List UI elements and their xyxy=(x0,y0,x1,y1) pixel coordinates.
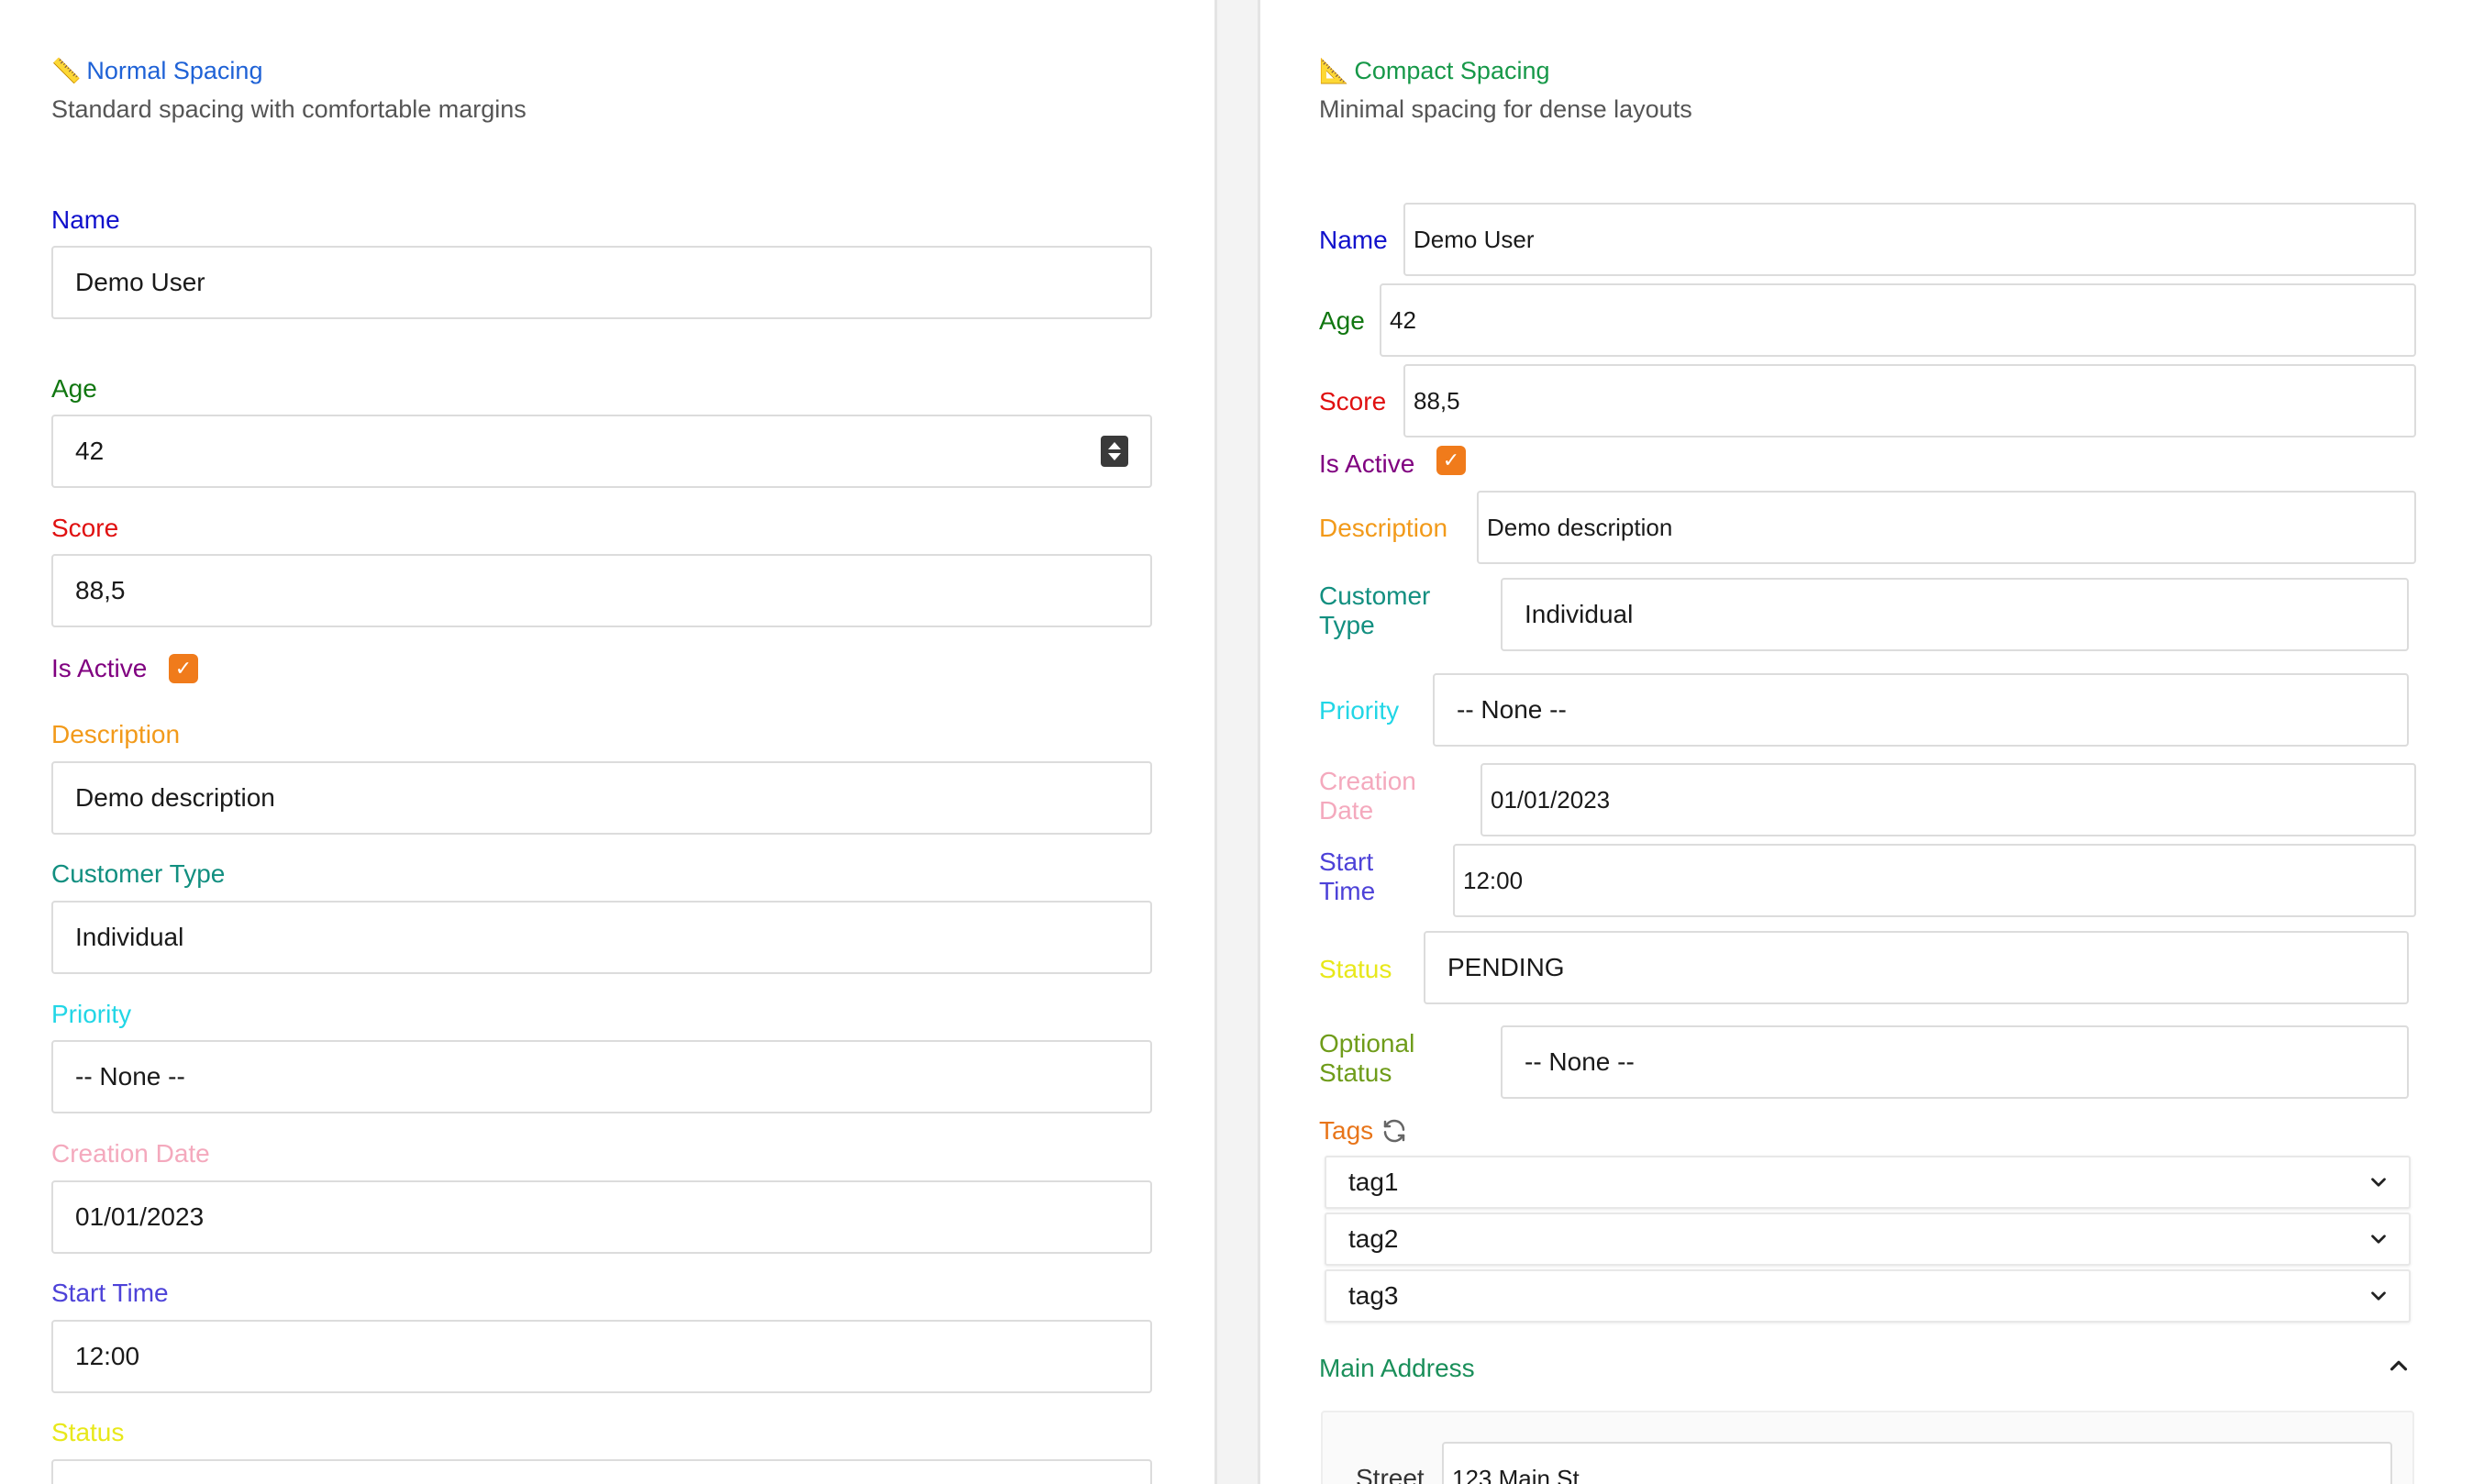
customer-type-select[interactable]: Individual xyxy=(51,901,1152,974)
is-active-label: Is Active xyxy=(51,654,148,682)
compact-description-input[interactable]: Demo description xyxy=(1477,491,2416,564)
compact-spacing-panel: 📐 Compact Spacing Minimal spacing for de… xyxy=(1260,0,2473,1484)
age-value: 42 xyxy=(75,437,105,465)
start-time-label-line1: Start xyxy=(1319,847,1374,876)
start-time-label-line2: Time xyxy=(1319,877,1376,905)
compact-spacing-subtitle: Minimal spacing for dense layouts xyxy=(1319,95,1692,123)
normal-spacing-panel: 📏 Normal Spacing Standard spacing with c… xyxy=(0,0,1218,1484)
start-time-input[interactable]: 12:00 xyxy=(51,1320,1152,1393)
creation-date-label: Creation Date xyxy=(51,1139,210,1168)
compact-spacing-title-text: Compact Spacing xyxy=(1354,57,1550,84)
score-label: Score xyxy=(51,514,119,542)
compact-customer-type-select[interactable]: Individual xyxy=(1501,578,2409,651)
tag-select-1[interactable]: tag1 xyxy=(1325,1156,2411,1209)
compact-status-select[interactable]: PENDING xyxy=(1424,931,2409,1004)
tag-select-2[interactable]: tag2 xyxy=(1325,1213,2411,1266)
normal-spacing-subtitle: Standard spacing with comfortable margin… xyxy=(51,95,527,123)
compact-name-label: Name xyxy=(1319,226,1388,254)
street-input[interactable]: 123 Main St xyxy=(1442,1442,2392,1484)
main-address-header[interactable]: Main Address xyxy=(1319,1354,1475,1383)
start-time-label: Start Time xyxy=(51,1279,169,1307)
check-icon: ✓ xyxy=(174,657,193,680)
ruler-icon: 📏 xyxy=(51,57,82,84)
status-label: Status xyxy=(51,1418,125,1446)
compact-priority-label: Priority xyxy=(1319,696,1400,725)
street-label: Street xyxy=(1356,1464,1425,1484)
is-active-checkbox[interactable]: ✓ xyxy=(169,654,198,683)
priority-label: Priority xyxy=(51,1000,132,1028)
compact-priority-select[interactable]: -- None -- xyxy=(1433,673,2409,747)
normal-spacing-title: 📏 Normal Spacing xyxy=(51,57,262,85)
tag-value: tag3 xyxy=(1348,1281,1399,1310)
main-address-panel: Street 123 Main St xyxy=(1321,1411,2414,1484)
compact-description-label: Description xyxy=(1319,514,1448,542)
compact-age-label: Age xyxy=(1319,306,1365,335)
compact-is-active-label: Is Active xyxy=(1319,449,1415,478)
compact-optional-status-label: Optional Status xyxy=(1319,1029,1414,1088)
optional-status-label-line2: Status xyxy=(1319,1058,1392,1087)
status-select[interactable] xyxy=(51,1459,1152,1484)
tags-label: Tags xyxy=(1319,1116,1374,1145)
column-divider[interactable] xyxy=(1214,0,1260,1484)
name-input[interactable]: Demo User xyxy=(51,246,1152,319)
chevron-down-icon xyxy=(2371,1235,2386,1244)
description-input[interactable]: Demo description xyxy=(51,761,1152,835)
score-input[interactable]: 88,5 xyxy=(51,554,1152,627)
chevron-up-icon[interactable] xyxy=(2385,1352,2412,1379)
chevron-down-icon xyxy=(2371,1178,2386,1187)
age-label: Age xyxy=(51,374,97,403)
normal-spacing-title-text: Normal Spacing xyxy=(86,57,263,84)
number-spinner-icon[interactable] xyxy=(1101,436,1128,467)
check-icon: ✓ xyxy=(1442,449,1460,471)
compact-name-input[interactable]: Demo User xyxy=(1403,203,2416,276)
creation-date-label-line1: Creation xyxy=(1319,767,1416,795)
compact-start-time-label: Start Time xyxy=(1319,847,1375,906)
compact-creation-date-input[interactable]: 01/01/2023 xyxy=(1480,763,2416,836)
tag-value: tag1 xyxy=(1348,1168,1399,1196)
compact-tags-header: Tags xyxy=(1319,1116,1408,1146)
compact-spacing-title: 📐 Compact Spacing xyxy=(1319,57,1550,85)
compact-creation-date-label: Creation Date xyxy=(1319,767,1416,825)
tag-value: tag2 xyxy=(1348,1224,1399,1253)
compact-score-label: Score xyxy=(1319,387,1387,415)
compact-optional-status-select[interactable]: -- None -- xyxy=(1501,1025,2409,1099)
compact-status-label: Status xyxy=(1319,955,1392,983)
customer-type-label-line1: Customer xyxy=(1319,581,1431,610)
customer-type-label-line2: Type xyxy=(1319,611,1375,639)
priority-select[interactable]: -- None -- xyxy=(51,1040,1152,1113)
triangle-ruler-icon: 📐 xyxy=(1319,57,1349,84)
name-label: Name xyxy=(51,205,120,234)
creation-date-input[interactable]: 01/01/2023 xyxy=(51,1180,1152,1254)
compact-score-input[interactable]: 88,5 xyxy=(1403,364,2416,437)
age-input[interactable]: 42 xyxy=(51,415,1152,488)
refresh-icon[interactable] xyxy=(1381,1117,1408,1145)
compact-customer-type-label: Customer Type xyxy=(1319,581,1430,640)
customer-type-label: Customer Type xyxy=(51,859,226,888)
creation-date-label-line2: Date xyxy=(1319,796,1374,825)
description-label: Description xyxy=(51,720,181,748)
compact-is-active-checkbox[interactable]: ✓ xyxy=(1436,446,1466,475)
compact-start-time-input[interactable]: 12:00 xyxy=(1453,844,2416,917)
tag-select-3[interactable]: tag3 xyxy=(1325,1269,2411,1323)
optional-status-label-line1: Optional xyxy=(1319,1029,1415,1058)
chevron-down-icon xyxy=(2371,1291,2386,1301)
compact-age-input[interactable]: 42 xyxy=(1380,283,2416,357)
